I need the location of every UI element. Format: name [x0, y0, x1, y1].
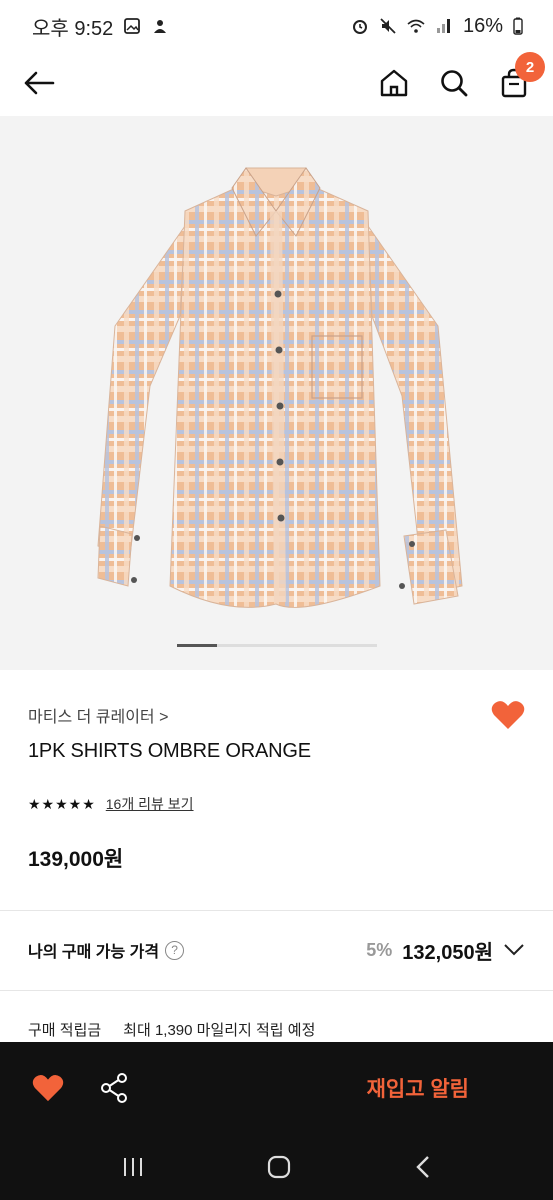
my-price-label-group: 나의 구매 가능 가격 ? — [28, 938, 185, 962]
carousel-pager-active — [177, 644, 217, 647]
bottom-actions — [32, 1073, 128, 1103]
cart-button[interactable]: 2 — [497, 52, 545, 100]
arrow-left-icon — [24, 71, 55, 95]
system-nav-bar — [0, 1134, 553, 1200]
divider — [0, 910, 553, 911]
heart-icon[interactable] — [491, 700, 525, 730]
divider — [0, 990, 553, 991]
alarm-icon — [352, 20, 367, 34]
restock-alert-button[interactable]: 재입고 알림 — [367, 1073, 469, 1103]
search-button[interactable] — [437, 66, 471, 100]
home-icon — [380, 69, 408, 97]
bottom-action-bar: 재입고 알림 — [0, 1042, 553, 1134]
review-link[interactable]: 16개 리뷰 보기 — [106, 794, 194, 814]
mileage-row: 구매 적립금 최대 1,390 마일리지 적립 예정 — [28, 1019, 315, 1040]
status-bar: 오후 9:52 16% — [0, 0, 553, 52]
share-icon[interactable] — [100, 1073, 128, 1103]
wifi-icon — [407, 19, 425, 33]
rating-row: ★★★★★ 16개 리뷰 보기 — [28, 794, 194, 814]
chevron-down-icon[interactable] — [503, 943, 525, 957]
home-button[interactable] — [377, 66, 411, 100]
back-nav-icon[interactable] — [414, 1155, 432, 1179]
shirt-image — [97, 167, 463, 608]
discount-rate: 5% — [366, 939, 393, 960]
gallery-icon — [124, 18, 141, 34]
my-price-row[interactable]: 나의 구매 가능 가격 ? 5% 132,050원 — [28, 930, 525, 970]
help-icon[interactable]: ? — [165, 940, 185, 960]
status-left: 오후 9:52 — [32, 12, 169, 41]
brand-link[interactable]: 마티스 더 큐레이터 > — [28, 703, 168, 727]
signal-icon — [436, 19, 450, 33]
my-price-label: 나의 구매 가능 가격 — [28, 944, 160, 961]
product-price: 139,000원 — [28, 848, 124, 871]
rating-stars: ★★★★★ — [28, 795, 96, 812]
status-time: 오후 9:52 — [32, 17, 114, 40]
notification-app-icon — [154, 20, 167, 33]
battery-icon — [513, 17, 523, 35]
mute-icon — [380, 18, 396, 34]
back-button[interactable] — [22, 66, 56, 100]
status-right: 16% — [351, 15, 523, 38]
heart-icon[interactable] — [32, 1074, 64, 1102]
search-icon — [441, 70, 468, 97]
mileage-value: 최대 1,390 마일리지 적립 예정 — [123, 1022, 316, 1039]
product-image-carousel[interactable] — [0, 116, 553, 670]
brand-row: 마티스 더 큐레이터 > — [28, 700, 525, 730]
sale-price: 132,050원 — [402, 941, 493, 964]
carousel-pager — [177, 644, 377, 647]
recent-apps-icon[interactable] — [121, 1156, 145, 1178]
battery-percent: 16% — [462, 14, 503, 37]
cart-count-badge: 2 — [515, 52, 545, 82]
mileage-label: 구매 적립금 — [28, 1022, 102, 1039]
top-app-bar: 2 — [0, 52, 553, 114]
header-actions: 2 — [377, 52, 545, 100]
home-nav-icon[interactable] — [266, 1154, 292, 1180]
my-price-values: 5% 132,050원 — [366, 936, 525, 965]
product-name: 1PK SHIRTS OMBRE ORANGE — [28, 740, 311, 762]
